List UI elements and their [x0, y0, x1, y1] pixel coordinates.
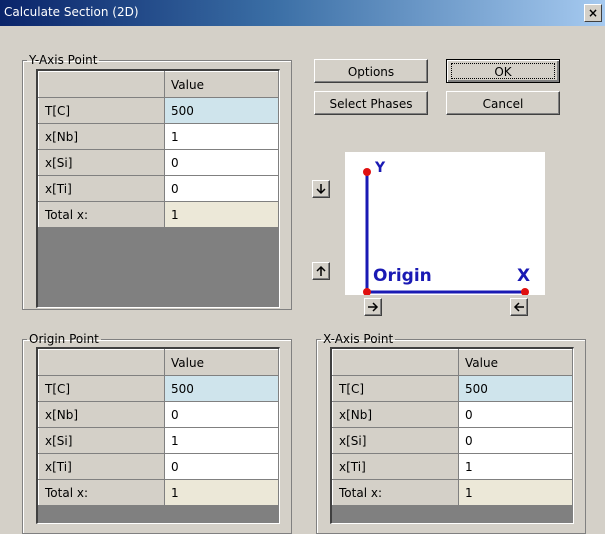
- close-button[interactable]: ×: [584, 4, 602, 22]
- row-header-corner: [332, 349, 459, 376]
- x-axis-label: X: [517, 266, 531, 286]
- row-label: x[Nb]: [38, 401, 165, 428]
- y-axis-point-marker: [363, 168, 371, 176]
- value-cell: 1: [164, 479, 279, 506]
- origin-label: Origin: [373, 266, 432, 286]
- axis-diagram: Y Origin X: [345, 152, 545, 295]
- value-cell[interactable]: 500: [164, 375, 279, 402]
- value-cell[interactable]: 0: [164, 401, 279, 428]
- value-cell[interactable]: 0: [458, 401, 573, 428]
- value-cell[interactable]: 500: [458, 375, 573, 402]
- origin-point-legend: Origin Point: [29, 332, 99, 346]
- origin-point-table: Value T[C] 500 x[Nb] 0 x[Si] 1 x[Ti] 0 Total…: [36, 347, 280, 524]
- x-axis-point-legend: X-Axis Point: [323, 332, 394, 346]
- value-column-header: Value: [458, 349, 573, 376]
- move-y-up-button[interactable]: [312, 262, 330, 280]
- y-axis-point-table: Value T[C] 500 x[Nb] 1 x[Si] 0 x[Ti] 0 Total…: [36, 69, 280, 308]
- row-label: Total x:: [38, 201, 165, 228]
- value-cell[interactable]: 1: [164, 123, 279, 150]
- value-cell[interactable]: 500: [164, 97, 279, 124]
- row-label: T[C]: [38, 97, 165, 124]
- value-cell[interactable]: 1: [458, 453, 573, 480]
- x-axis-point-table: Value T[C] 500 x[Nb] 0 x[Si] 0 x[Ti] 1 Total…: [330, 347, 574, 524]
- arrow-up-icon: [316, 265, 326, 276]
- row-label: x[Si]: [38, 149, 165, 176]
- arrow-left-icon: [513, 302, 524, 312]
- value-cell: 1: [458, 479, 573, 506]
- row-label: T[C]: [332, 375, 459, 402]
- value-cell[interactable]: 0: [164, 149, 279, 176]
- select-phases-button[interactable]: Select Phases: [314, 91, 428, 115]
- title-bar: Calculate Section (2D) ×: [0, 0, 605, 26]
- move-y-down-button[interactable]: [312, 180, 330, 198]
- ok-button-label: OK: [451, 63, 555, 79]
- row-label: x[Si]: [332, 427, 459, 454]
- value-cell[interactable]: 0: [458, 427, 573, 454]
- row-label: Total x:: [38, 479, 165, 506]
- x-axis-point-marker: [521, 288, 529, 295]
- row-label: x[Si]: [38, 427, 165, 454]
- value-column-header: Value: [164, 71, 279, 98]
- move-origin-right-button[interactable]: [364, 298, 382, 316]
- y-axis-label: Y: [375, 160, 386, 176]
- row-label: x[Nb]: [38, 123, 165, 150]
- value-cell: 1: [164, 201, 279, 228]
- value-cell[interactable]: 1: [164, 427, 279, 454]
- value-cell[interactable]: 0: [164, 453, 279, 480]
- y-axis-point-legend: Y-Axis Point: [29, 53, 98, 67]
- row-header-corner: [38, 71, 165, 98]
- arrow-right-icon: [368, 302, 379, 312]
- row-label: x[Ti]: [332, 453, 459, 480]
- arrow-down-icon: [316, 184, 326, 195]
- row-label: x[Nb]: [332, 401, 459, 428]
- cancel-button[interactable]: Cancel: [446, 91, 560, 115]
- options-button[interactable]: Options: [314, 59, 428, 83]
- row-label: x[Ti]: [38, 175, 165, 202]
- row-label: x[Ti]: [38, 453, 165, 480]
- row-label: Total x:: [332, 479, 459, 506]
- row-label: T[C]: [38, 375, 165, 402]
- row-header-corner: [38, 349, 165, 376]
- window-title: Calculate Section (2D): [4, 5, 139, 19]
- ok-button[interactable]: OK: [446, 59, 560, 83]
- calculate-section-dialog: Calculate Section (2D) × Y-Axis Point Va…: [0, 0, 605, 534]
- value-column-header: Value: [164, 349, 279, 376]
- value-cell[interactable]: 0: [164, 175, 279, 202]
- move-x-left-button[interactable]: [510, 298, 528, 316]
- origin-point-marker: [363, 288, 371, 295]
